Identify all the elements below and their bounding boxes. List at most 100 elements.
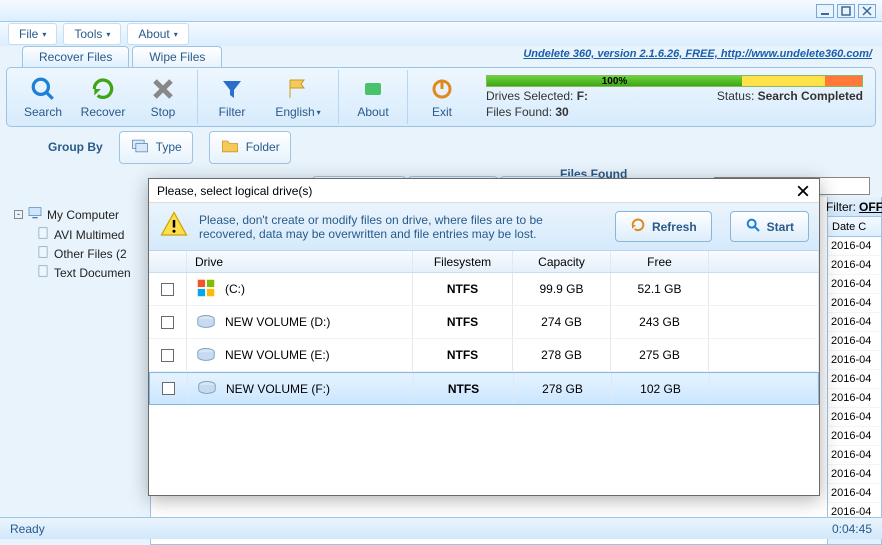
drive-list-header: Drive Filesystem Capacity Free bbox=[149, 251, 819, 273]
tree-item[interactable]: Other Files (2 bbox=[36, 245, 146, 262]
header-free[interactable]: Free bbox=[611, 251, 709, 272]
group-by-folder-label: Folder bbox=[246, 140, 280, 154]
menu-file-label: File bbox=[19, 27, 38, 41]
funnel-icon bbox=[218, 75, 246, 103]
flag-icon bbox=[284, 75, 312, 103]
version-link[interactable]: Undelete 360, version 2.1.6.26, FREE, ht… bbox=[523, 48, 872, 60]
maximize-button[interactable] bbox=[837, 4, 855, 18]
progress-panel: 100% Drives Selected: F: Status: Search … bbox=[476, 70, 873, 124]
filter-indicator[interactable]: Filter: OFF bbox=[828, 197, 881, 217]
start-label: Start bbox=[767, 220, 794, 234]
menu-file[interactable]: File ▾ bbox=[8, 23, 57, 45]
chevron-down-icon: ▾ bbox=[106, 30, 110, 39]
window-titlebar bbox=[0, 0, 882, 22]
dialog-title: Please, select logical drive(s) bbox=[157, 184, 312, 198]
date-cell: 2016-04 bbox=[828, 427, 881, 446]
about-label: About bbox=[357, 105, 388, 119]
filter-button[interactable]: Filter bbox=[202, 70, 262, 124]
header-capacity[interactable]: Capacity bbox=[513, 251, 611, 272]
status-ready: Ready bbox=[10, 522, 45, 536]
tree-root[interactable]: - My Computer bbox=[14, 205, 146, 224]
menu-about[interactable]: About ▾ bbox=[127, 23, 188, 45]
chevron-down-icon: ▾ bbox=[42, 30, 46, 39]
drive-checkbox[interactable] bbox=[161, 349, 174, 362]
dialog-banner: Please, don't create or modify files on … bbox=[149, 203, 819, 251]
select-drive-dialog: Please, select logical drive(s) Please, … bbox=[148, 178, 820, 496]
refresh-icon bbox=[630, 217, 646, 236]
group-by-folder-button[interactable]: Folder bbox=[209, 131, 291, 164]
drive-row[interactable]: NEW VOLUME (F:)NTFS278 GB102 GB bbox=[149, 372, 819, 405]
exit-button[interactable]: Exit bbox=[412, 70, 472, 124]
group-by-type-button[interactable]: Type bbox=[119, 131, 193, 164]
refresh-label: Refresh bbox=[652, 220, 697, 234]
date-cell: 2016-04 bbox=[828, 313, 881, 332]
drive-checkbox[interactable] bbox=[161, 283, 174, 296]
date-cell: 2016-04 bbox=[828, 294, 881, 313]
header-drive[interactable]: Drive bbox=[187, 251, 413, 272]
search-icon bbox=[29, 75, 57, 103]
drive-checkbox[interactable] bbox=[162, 382, 175, 395]
language-button[interactable]: English▾ bbox=[262, 70, 334, 124]
drive-name: NEW VOLUME (F:) bbox=[226, 382, 330, 396]
recover-button[interactable]: Recover bbox=[73, 70, 133, 124]
drive-row[interactable]: NEW VOLUME (D:)NTFS274 GB243 GB bbox=[149, 306, 819, 339]
drive-capacity: 278 GB bbox=[514, 373, 612, 404]
stop-button[interactable]: Stop bbox=[133, 70, 193, 124]
files-found-label: Files Found: bbox=[486, 105, 552, 119]
date-cell: 2016-04 bbox=[828, 389, 881, 408]
stop-label: Stop bbox=[151, 105, 176, 119]
file-icon bbox=[36, 264, 50, 281]
recover-label: Recover bbox=[81, 105, 126, 119]
dialog-warning-text: Please, don't create or modify files on … bbox=[199, 213, 543, 241]
tree-item[interactable]: AVI Multimed bbox=[36, 226, 146, 243]
tab-recover-files[interactable]: Recover Files bbox=[22, 46, 129, 67]
tree-item[interactable]: Text Documen bbox=[36, 264, 146, 281]
tree-item-label: AVI Multimed bbox=[54, 228, 124, 242]
drive-checkbox[interactable] bbox=[161, 316, 174, 329]
header-filesystem[interactable]: Filesystem bbox=[413, 251, 513, 272]
menu-about-label: About bbox=[138, 27, 169, 41]
recover-icon bbox=[89, 75, 117, 103]
progress-percent: 100% bbox=[487, 76, 742, 86]
drive-free: 275 GB bbox=[611, 339, 709, 371]
menu-tools[interactable]: Tools ▾ bbox=[63, 23, 121, 45]
tree-item-label: Text Documen bbox=[54, 266, 131, 280]
search-button[interactable]: Search bbox=[13, 70, 73, 124]
date-cell: 2016-04 bbox=[828, 351, 881, 370]
about-icon bbox=[359, 75, 387, 103]
tab-wipe-files[interactable]: Wipe Files bbox=[132, 46, 222, 67]
disk-icon bbox=[196, 376, 218, 401]
drive-name: NEW VOLUME (E:) bbox=[225, 348, 330, 362]
group-by-label: Group By bbox=[48, 140, 103, 154]
search-label: Search bbox=[24, 105, 62, 119]
drive-name: NEW VOLUME (D:) bbox=[225, 315, 330, 329]
date-cell: 2016-04 bbox=[828, 446, 881, 465]
chevron-down-icon: ▾ bbox=[317, 108, 321, 117]
stop-icon bbox=[149, 75, 177, 103]
drive-row[interactable]: (C:)NTFS99.9 GB52.1 GB bbox=[149, 273, 819, 306]
main-tabs: Recover Files Wipe Files Undelete 360, v… bbox=[0, 46, 882, 67]
start-button[interactable]: Start bbox=[730, 211, 809, 242]
disk-icon bbox=[195, 343, 217, 368]
status-value: Search Completed bbox=[758, 89, 863, 103]
drive-free: 243 GB bbox=[611, 306, 709, 338]
about-button[interactable]: About bbox=[343, 70, 403, 124]
drive-filesystem: NTFS bbox=[413, 306, 513, 338]
folder-icon bbox=[220, 136, 240, 159]
chevron-down-icon: ▾ bbox=[174, 30, 178, 39]
power-icon bbox=[428, 75, 456, 103]
drive-row[interactable]: NEW VOLUME (E:)NTFS278 GB275 GB bbox=[149, 339, 819, 372]
date-cell: 2016-04 bbox=[828, 237, 881, 256]
menu-tools-label: Tools bbox=[74, 27, 102, 41]
date-cell: 2016-04 bbox=[828, 256, 881, 275]
date-column-header[interactable]: Date C bbox=[828, 217, 881, 237]
dialog-close-button[interactable] bbox=[795, 183, 811, 199]
warning-icon bbox=[159, 210, 189, 243]
toolbar: Search Recover Stop Filter English▾ Abou… bbox=[6, 67, 876, 127]
collapse-icon[interactable]: - bbox=[14, 210, 23, 219]
refresh-button[interactable]: Refresh bbox=[615, 211, 712, 242]
close-button[interactable] bbox=[858, 4, 876, 18]
minimize-button[interactable] bbox=[816, 4, 834, 18]
drives-selected-value: F: bbox=[577, 89, 588, 103]
date-cell: 2016-04 bbox=[828, 408, 881, 427]
